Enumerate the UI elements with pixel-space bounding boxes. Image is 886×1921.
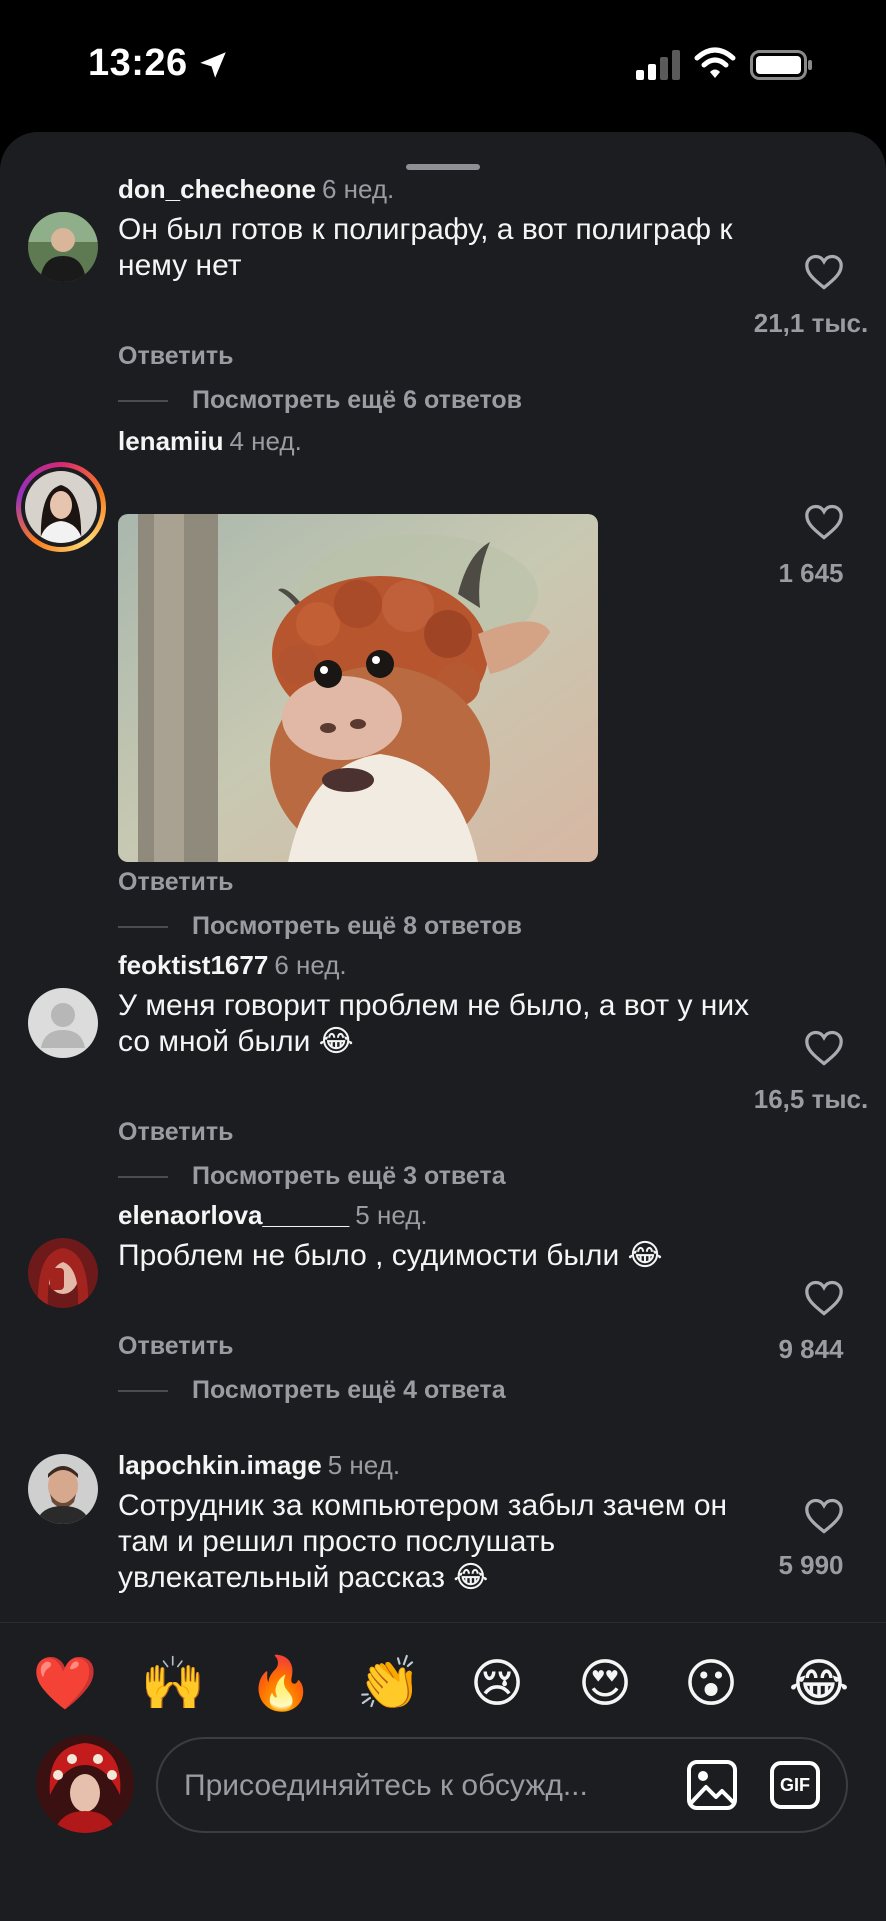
heart-icon[interactable] [804,1030,844,1066]
comment-input-container: GIF [156,1737,848,1833]
gif-picker-button[interactable]: GIF [770,1761,820,1809]
emoji-laughing[interactable]: 😂 [784,1649,854,1719]
emoji-heart-eyes[interactable]: 😍 [570,1649,640,1719]
heart-icon[interactable] [804,1498,844,1534]
emoji-clap[interactable]: 👏 [354,1649,424,1719]
view-replies-button[interactable]: Посмотреть ещё 3 ответа [118,1162,506,1191]
cellular-signal-icon [636,50,680,80]
status-bar: 13:26 [0,0,886,130]
comment-meta: lapochkin.image 5 нед. [118,1450,400,1481]
like-count: 21,1 тыс. [753,308,869,338]
comment-age: 5 нед. [327,1450,401,1480]
avatar[interactable] [28,1454,98,1524]
comment-text: Он был готов к полиграфу, а вот полиграф… [118,213,733,282]
replies-divider [118,925,168,928]
view-replies-label: Посмотреть ещё 6 ответов [192,386,523,414]
heart-icon[interactable] [804,254,844,290]
comment-meta: feoktist1677 6 нед. [118,950,347,981]
comment-input[interactable] [182,1759,616,1813]
heart-icon[interactable] [804,1280,844,1316]
sheet-grabber[interactable] [406,164,480,170]
username[interactable]: don_checheone [118,174,316,204]
emoji-heart[interactable]: ❤️ [30,1649,100,1719]
current-user-avatar[interactable] [36,1735,134,1833]
like-count: 9 844 [778,1334,844,1364]
gif-label: GIF [780,1775,810,1795]
battery-icon [750,50,812,80]
like-count: 1 645 [778,558,844,588]
emoji-fire[interactable]: 🔥 [246,1649,316,1719]
username[interactable]: elenaorlova______ [118,1200,349,1230]
avatar[interactable] [28,1238,98,1308]
status-time: 13:26 [88,42,188,84]
gif-attachment[interactable] [118,514,598,862]
replies-divider [118,399,168,402]
reply-button[interactable]: Ответить [118,342,234,371]
comment-text: У меня говорит проблем не было, а вот у … [118,989,750,1058]
view-replies-label: Посмотреть ещё 4 ответа [192,1376,506,1404]
reply-button[interactable]: Ответить [118,1118,234,1147]
comment-meta: lenamiiu 4 нед. [118,426,302,457]
avatar [25,471,97,543]
quick-reactions: ❤️ 🙌 🔥 👏 😢 😍 😮 😂 [0,1649,886,1719]
replies-divider [118,1389,168,1392]
comment-meta: don_checheone 6 нед. [118,174,394,205]
heart-icon[interactable] [804,504,844,540]
username[interactable]: lapochkin.image [118,1450,322,1480]
reply-button[interactable]: Ответить [118,868,234,897]
comment-text: Сотрудник за компьютером забыл зачем он … [118,1489,728,1594]
view-replies-label: Посмотреть ещё 8 ответов [192,912,523,940]
like-count: 16,5 тыс. [753,1084,869,1114]
comment-age: 6 нед. [321,174,395,204]
view-replies-button[interactable]: Посмотреть ещё 6 ответов [118,386,522,415]
username[interactable]: feoktist1677 [118,950,268,980]
avatar[interactable] [28,988,98,1058]
view-replies-button[interactable]: Посмотреть ещё 4 ответа [118,1376,506,1405]
emoji-crying[interactable]: 😢 [462,1649,532,1719]
replies-divider [118,1175,168,1178]
avatar-story-ring[interactable] [16,462,106,552]
reply-button[interactable]: Ответить [118,1332,234,1361]
emoji-raised-hands[interactable]: 🙌 [138,1649,208,1719]
username[interactable]: lenamiiu [118,426,223,456]
comment-composer-bar: ❤️ 🙌 🔥 👏 😢 😍 😮 😂 GIF [0,1622,886,1921]
comment-age: 6 нед. [274,950,347,980]
comment-age: 5 нед. [355,1200,428,1230]
comment-text: Проблем не было , судимости были 😂 [118,1239,663,1272]
wifi-icon [694,47,736,78]
image-picker-icon[interactable] [686,1759,738,1811]
view-replies-button[interactable]: Посмотреть ещё 8 ответов [118,912,522,941]
like-count: 5 990 [778,1550,844,1580]
location-arrow-icon [200,52,226,78]
view-replies-label: Посмотреть ещё 3 ответа [192,1162,506,1190]
comment-age: 4 нед. [229,426,302,456]
emoji-surprised[interactable]: 😮 [676,1649,746,1719]
avatar[interactable] [28,212,98,282]
comment-meta: elenaorlova______ 5 нед. [118,1200,428,1231]
